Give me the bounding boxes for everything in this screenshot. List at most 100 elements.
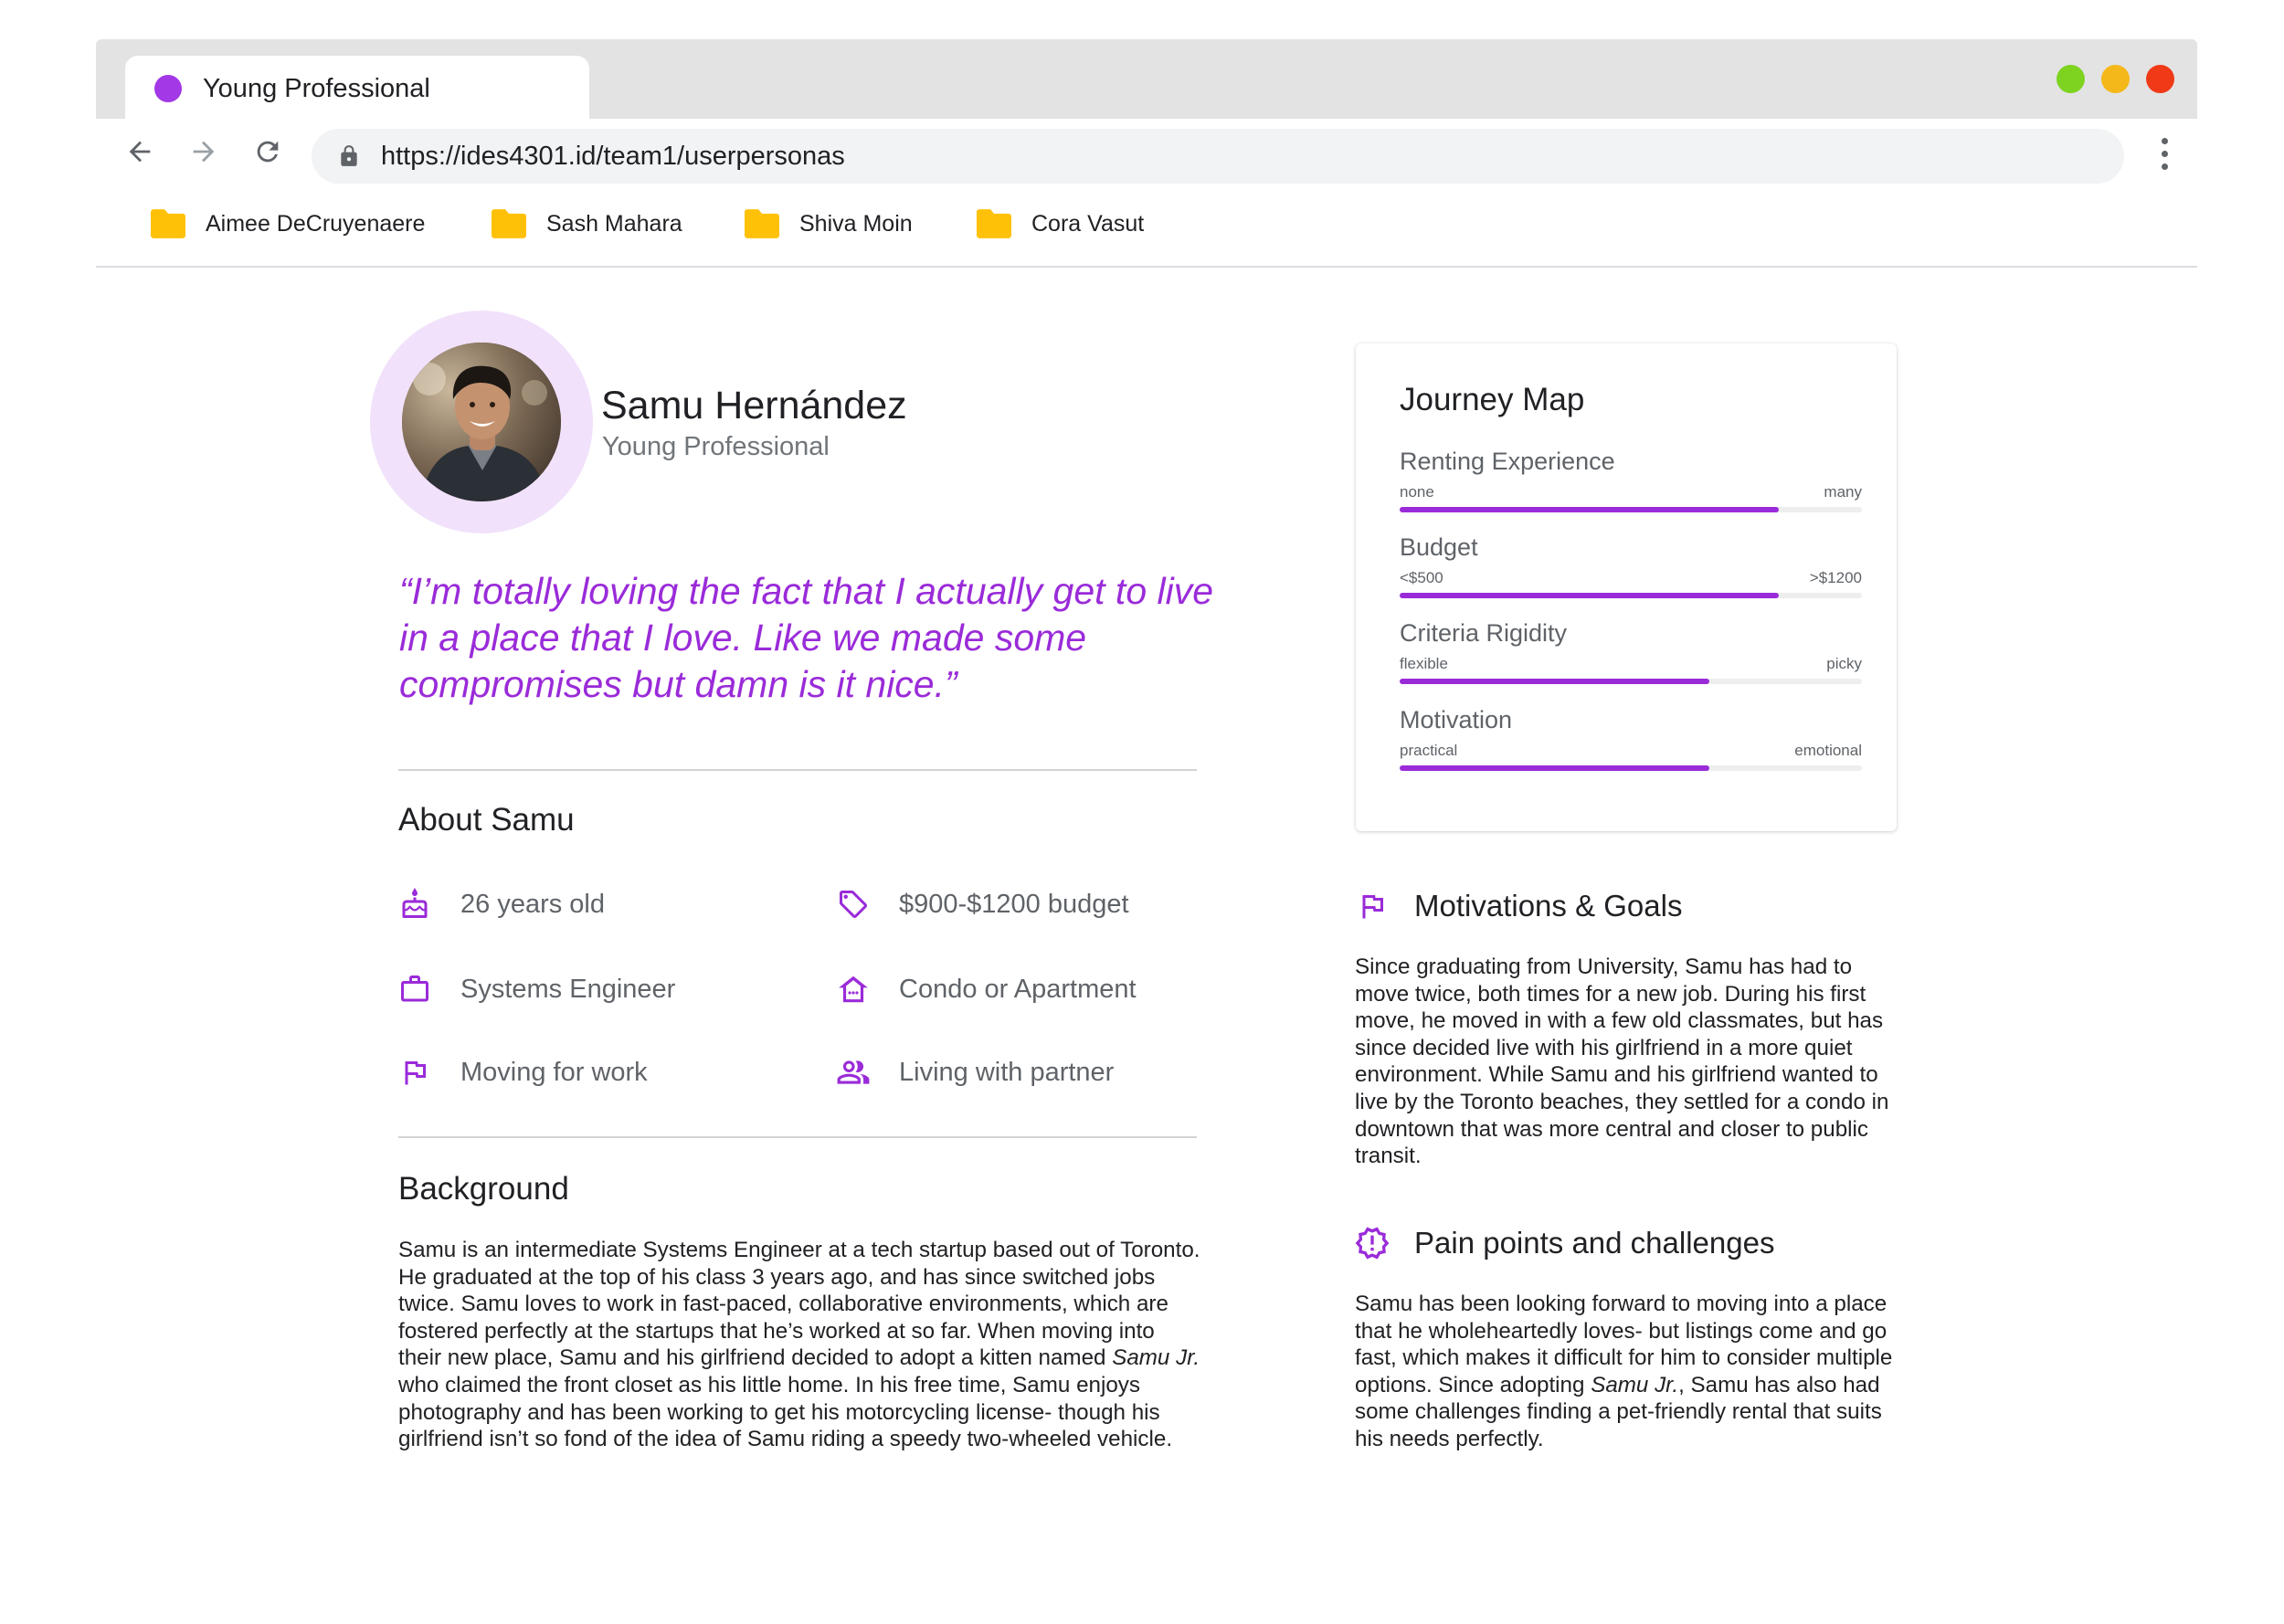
persona-name: Samu Hernández: [601, 384, 907, 427]
arrow-right-icon: [193, 141, 215, 163]
metric-fill: [1400, 593, 1779, 598]
bookmark-label: Aimee DeCruyenaere: [206, 210, 426, 237]
fact-text: 26 years old: [460, 889, 605, 919]
fact-job: Systems Engineer: [397, 969, 675, 1009]
arrow-left-icon: [129, 141, 151, 163]
background-text-part: Samu is an intermediate Systems Engineer…: [398, 1238, 1200, 1371]
pain-points-text: Samu has been looking forward to moving …: [1355, 1291, 1903, 1453]
fact-text: $900-$1200 budget: [899, 889, 1129, 919]
background-text-emphasis: Samu Jr.: [1112, 1345, 1200, 1371]
metric-min-label: practical: [1400, 742, 1458, 759]
house-icon: [835, 971, 872, 1007]
flag-icon: [1354, 888, 1390, 924]
pain-points-text-emphasis: Samu Jr.: [1591, 1372, 1679, 1397]
pain-points-heading: Pain points and challenges: [1414, 1226, 1775, 1260]
metric-renting-experience: Renting Experience none many: [1400, 448, 1862, 521]
metric-track: [1400, 507, 1862, 512]
journey-map-card: Journey Map Renting Experience none many…: [1356, 343, 1897, 831]
tab-title: Young Professional: [203, 74, 430, 103]
metric-min-label: <$500: [1400, 569, 1443, 586]
metric-budget: Budget <$500 >$1200: [1400, 533, 1862, 606]
dot-icon: [2161, 137, 2168, 144]
briefcase-icon: [397, 971, 433, 1007]
profile-photo: [402, 343, 561, 501]
fact-reason: Moving for work: [397, 1052, 648, 1092]
close-button[interactable]: [2146, 65, 2174, 93]
metric-track: [1400, 593, 1862, 598]
background-text: Samu is an intermediate Systems Engineer…: [398, 1237, 1202, 1453]
fact-text: Condo or Apartment: [899, 974, 1137, 1004]
divider: [398, 1136, 1197, 1138]
motivations-heading: Motivations & Goals: [1414, 889, 1683, 923]
avatar: [402, 343, 561, 501]
folder-icon: [977, 209, 1011, 238]
folder-icon: [151, 209, 185, 238]
pain-points-header: Pain points and challenges: [1354, 1225, 1774, 1261]
metric-min-label: none: [1400, 483, 1434, 501]
metric-min-label: flexible: [1400, 655, 1448, 672]
back-button[interactable]: [116, 128, 164, 175]
folder-icon: [745, 209, 779, 238]
metric-motivation: Motivation practical emotional: [1400, 706, 1862, 779]
bookmark-folder[interactable]: Shiva Moin: [745, 206, 913, 242]
address-bar[interactable]: https://ides4301.id/team1/userpersonas: [312, 129, 2124, 184]
minimize-button[interactable]: [2101, 65, 2130, 93]
divider: [398, 769, 1197, 771]
metric-max-label: >$1200: [1809, 569, 1862, 586]
dot-icon: [2161, 150, 2168, 157]
fact-text: Moving for work: [460, 1057, 648, 1087]
browser-tab[interactable]: Young Professional: [125, 56, 589, 121]
background-heading: Background: [398, 1171, 569, 1207]
reload-button[interactable]: [244, 128, 291, 175]
metric-label: Budget: [1400, 533, 1478, 561]
reload-icon: [257, 141, 279, 163]
alert-badge-icon: [1354, 1225, 1390, 1261]
folder-icon: [492, 209, 526, 238]
bookmark-folder[interactable]: Aimee DeCruyenaere: [151, 206, 425, 242]
fact-text: Systems Engineer: [460, 974, 676, 1004]
bookmarks-bar: Aimee DeCruyenaere Sash Mahara Shiva Moi…: [96, 189, 2197, 268]
journey-map-title: Journey Map: [1400, 382, 1585, 417]
metric-label: Motivation: [1400, 706, 1513, 733]
metric-fill: [1400, 765, 1710, 771]
bookmark-label: Shiva Moin: [799, 210, 913, 237]
flag-icon: [397, 1054, 433, 1091]
motivations-text: Since graduating from University, Samu h…: [1355, 954, 1889, 1169]
bookmark-label: Sash Mahara: [546, 210, 682, 237]
fact-age: 26 years old: [397, 884, 605, 924]
about-heading: About Samu: [398, 802, 575, 838]
fact-text: Living with partner: [899, 1057, 1115, 1087]
persona-quote: “I’m totally loving the fact that I actu…: [399, 570, 1214, 705]
background-text-part: who claimed the front closet as his litt…: [398, 1372, 1173, 1452]
metric-track: [1400, 765, 1862, 771]
url-text[interactable]: https://ides4301.id/team1/userpersonas: [381, 142, 845, 172]
price-tag-icon: [835, 886, 872, 923]
fact-budget: $900-$1200 budget: [835, 884, 1129, 924]
metric-fill: [1400, 507, 1779, 512]
bookmark-label: Cora Vasut: [1031, 210, 1145, 237]
bookmark-folder[interactable]: Cora Vasut: [977, 206, 1144, 242]
metric-max-label: emotional: [1794, 742, 1862, 759]
fact-living: Living with partner: [835, 1052, 1114, 1092]
forward-button[interactable]: [180, 128, 227, 175]
lock-icon: [341, 145, 357, 166]
metric-max-label: many: [1824, 483, 1862, 501]
tab-favicon-icon: [154, 75, 182, 102]
more-menu-button[interactable]: [2146, 128, 2183, 179]
dot-icon: [2161, 163, 2168, 170]
tab-strip: Young Professional: [96, 39, 2197, 121]
motivations-header: Motivations & Goals: [1354, 888, 1682, 924]
metric-fill: [1400, 679, 1710, 684]
metric-criteria-rigidity: Criteria Rigidity flexible picky: [1400, 619, 1862, 692]
metric-track: [1400, 679, 1862, 684]
bookmark-folder[interactable]: Sash Mahara: [492, 206, 682, 242]
metric-label: Criteria Rigidity: [1400, 619, 1568, 647]
birthday-cake-icon: [397, 886, 433, 923]
persona-role: Young Professional: [602, 432, 830, 461]
avatar-ring: [370, 311, 593, 533]
maximize-button[interactable]: [2057, 65, 2085, 93]
metric-max-label: picky: [1826, 655, 1862, 672]
fact-housing: Condo or Apartment: [835, 969, 1137, 1009]
browser-toolbar: https://ides4301.id/team1/userpersonas: [96, 119, 2197, 189]
people-icon: [835, 1054, 872, 1091]
